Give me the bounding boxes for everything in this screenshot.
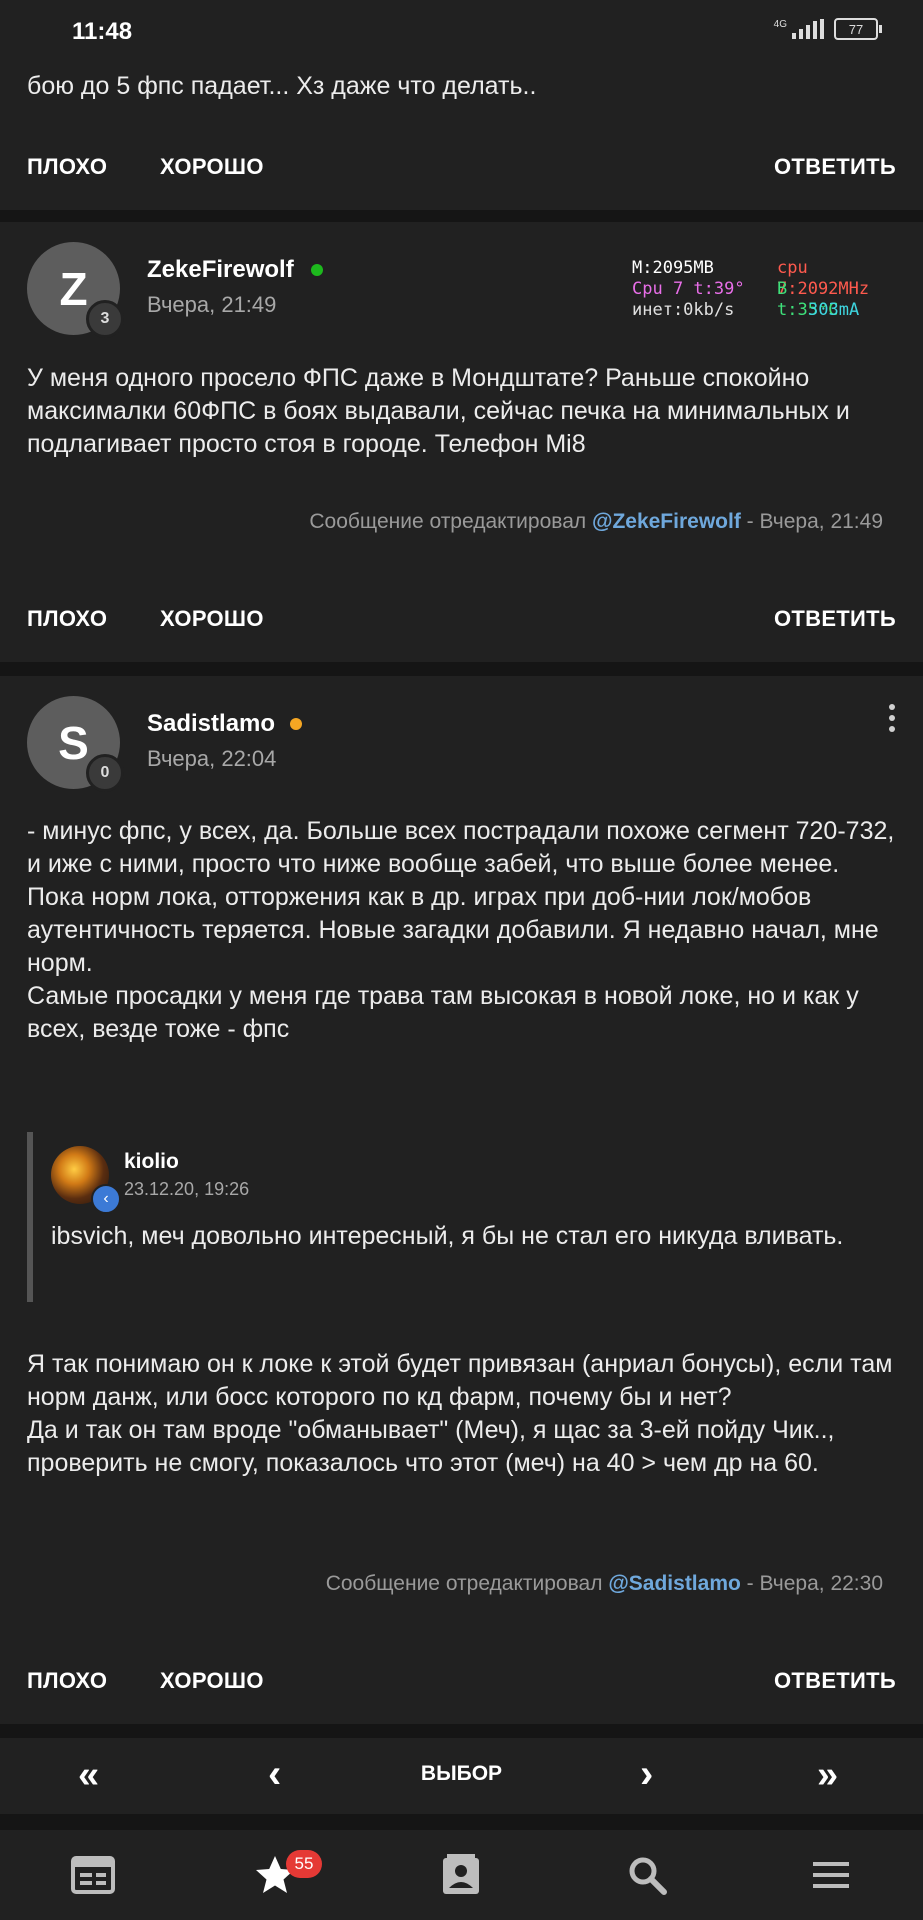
post-text: У меня одного просело ФПС даже в Мондшта… (27, 364, 850, 458)
overlay-current: 303mA (808, 300, 860, 320)
good-button[interactable]: ХОРОШО (160, 606, 264, 632)
overlay-net: инет:0kb/s (632, 300, 735, 320)
post-actions: ПЛОХО ХОРОШО ОТВЕТИТЬ (0, 1668, 923, 1728)
good-button[interactable]: ХОРОШО (160, 1668, 264, 1694)
more-options-icon[interactable] (889, 704, 895, 732)
avatar-letter: Z (59, 262, 88, 315)
edited-user-link[interactable]: @ZekeFirewolf (592, 510, 741, 533)
quote-author[interactable]: kiolio (124, 1150, 179, 1174)
signal-icon: 4G (774, 19, 824, 39)
edited-suffix: - Вчера, 22:30 (740, 1572, 883, 1595)
edited-note: Сообщение отредактировал @ZekeFirewolf -… (309, 510, 883, 534)
quote-text: ibsvich, меч довольно интересный, я бы н… (51, 1222, 844, 1250)
battery-icon: 77 (834, 18, 882, 40)
edited-user-link[interactable]: @Sadistlamo (608, 1572, 741, 1595)
favorites-count-badge: 55 (286, 1850, 322, 1878)
username[interactable]: ZekeFirewolf (147, 256, 294, 284)
status-bar: 11:48 4G 77 (0, 0, 923, 64)
reply-button[interactable]: ОТВЕТИТЬ (774, 1668, 896, 1694)
reply-button[interactable]: ОТВЕТИТЬ (774, 606, 896, 632)
post-paragraph: Я так понимаю он к локе к этой будет при… (27, 1350, 893, 1411)
battery-level: 77 (848, 21, 864, 37)
edited-note: Сообщение отредактировал @Sadistlamo - В… (326, 1572, 883, 1596)
post-actions: ПЛОХО ХОРОШО ОТВЕТИТЬ (0, 606, 923, 666)
rank-value: 3 (100, 310, 110, 327)
news-icon[interactable] (70, 1852, 116, 1898)
status-icons: 4G 77 (774, 18, 882, 40)
post-paragraph: Пока норм лока, отторжения как в др. игр… (27, 883, 879, 977)
contacts-icon[interactable] (438, 1852, 484, 1898)
next-page-button[interactable]: › (640, 1752, 653, 1797)
rank-badge: 3 (86, 300, 124, 338)
bad-button[interactable]: ПЛОХО (27, 606, 107, 632)
quote-block: ‹ kiolio 23.12.20, 19:26 ibsvich, меч до… (27, 1132, 893, 1302)
edited-suffix: - Вчера, 21:49 (740, 510, 883, 533)
overlay-cpu-temp: Cpu 7 t:39° (632, 279, 745, 299)
pagination-bar: « ‹ ВЫБОР › » (0, 1738, 923, 1814)
rank-badge: 0 (86, 754, 124, 792)
post-paragraph: Да и так он там вроде "обманывает" (Меч)… (27, 1416, 835, 1477)
online-indicator (290, 718, 302, 730)
post-time: Вчера, 21:49 (147, 292, 277, 317)
search-icon[interactable] (624, 1852, 670, 1898)
page-select-button[interactable]: ВЫБОР (0, 1762, 923, 1786)
rank-value: 0 (100, 764, 110, 781)
good-button[interactable]: ХОРОШО (160, 154, 264, 180)
post-paragraph: - минус фпс, у всех, да. Больше всех пос… (27, 817, 895, 878)
post-time: Вчера, 22:04 (147, 746, 277, 771)
bad-button[interactable]: ПЛОХО (27, 154, 107, 180)
post-actions: ПЛОХО ХОРОШО ОТВЕТИТЬ (0, 154, 923, 214)
quote-date: 23.12.20, 19:26 (124, 1179, 250, 1199)
username[interactable]: Sadistlamo (147, 710, 275, 738)
avatar-letter: S (58, 716, 89, 769)
post-text: - минус фпс, у всех, да. Больше всех пос… (27, 815, 903, 1046)
overlay-mem: M:2095MB (632, 258, 714, 278)
online-indicator (311, 264, 323, 276)
post-text-after-quote: Я так понимаю он к локе к этой будет при… (27, 1348, 903, 1480)
status-time: 11:48 (72, 18, 133, 45)
edited-prefix: Сообщение отредактировал (325, 1572, 609, 1595)
last-page-button[interactable]: » (817, 1754, 838, 1797)
reply-button[interactable]: ОТВЕТИТЬ (774, 154, 896, 180)
bad-button[interactable]: ПЛОХО (27, 1668, 107, 1694)
quote-jump-icon[interactable]: ‹ (91, 1184, 121, 1214)
bottom-nav (0, 1830, 923, 1920)
edited-prefix: Сообщение отредактировал (309, 510, 592, 533)
performance-overlay: M:2095MB cpu 7:2092MHz Cpu 7 t:39° B t:35°… (632, 258, 869, 321)
post-paragraph: Самые просадки у меня где трава там высо… (27, 982, 859, 1043)
menu-icon[interactable] (808, 1852, 854, 1898)
network-type: 4G (773, 19, 787, 30)
post-partial: бою до 5 фпс падает... Хз даже что делат… (0, 64, 923, 210)
badge-count: 55 (294, 1854, 314, 1873)
post-text: бою до 5 фпс падает... Хз даже что делат… (27, 72, 537, 100)
